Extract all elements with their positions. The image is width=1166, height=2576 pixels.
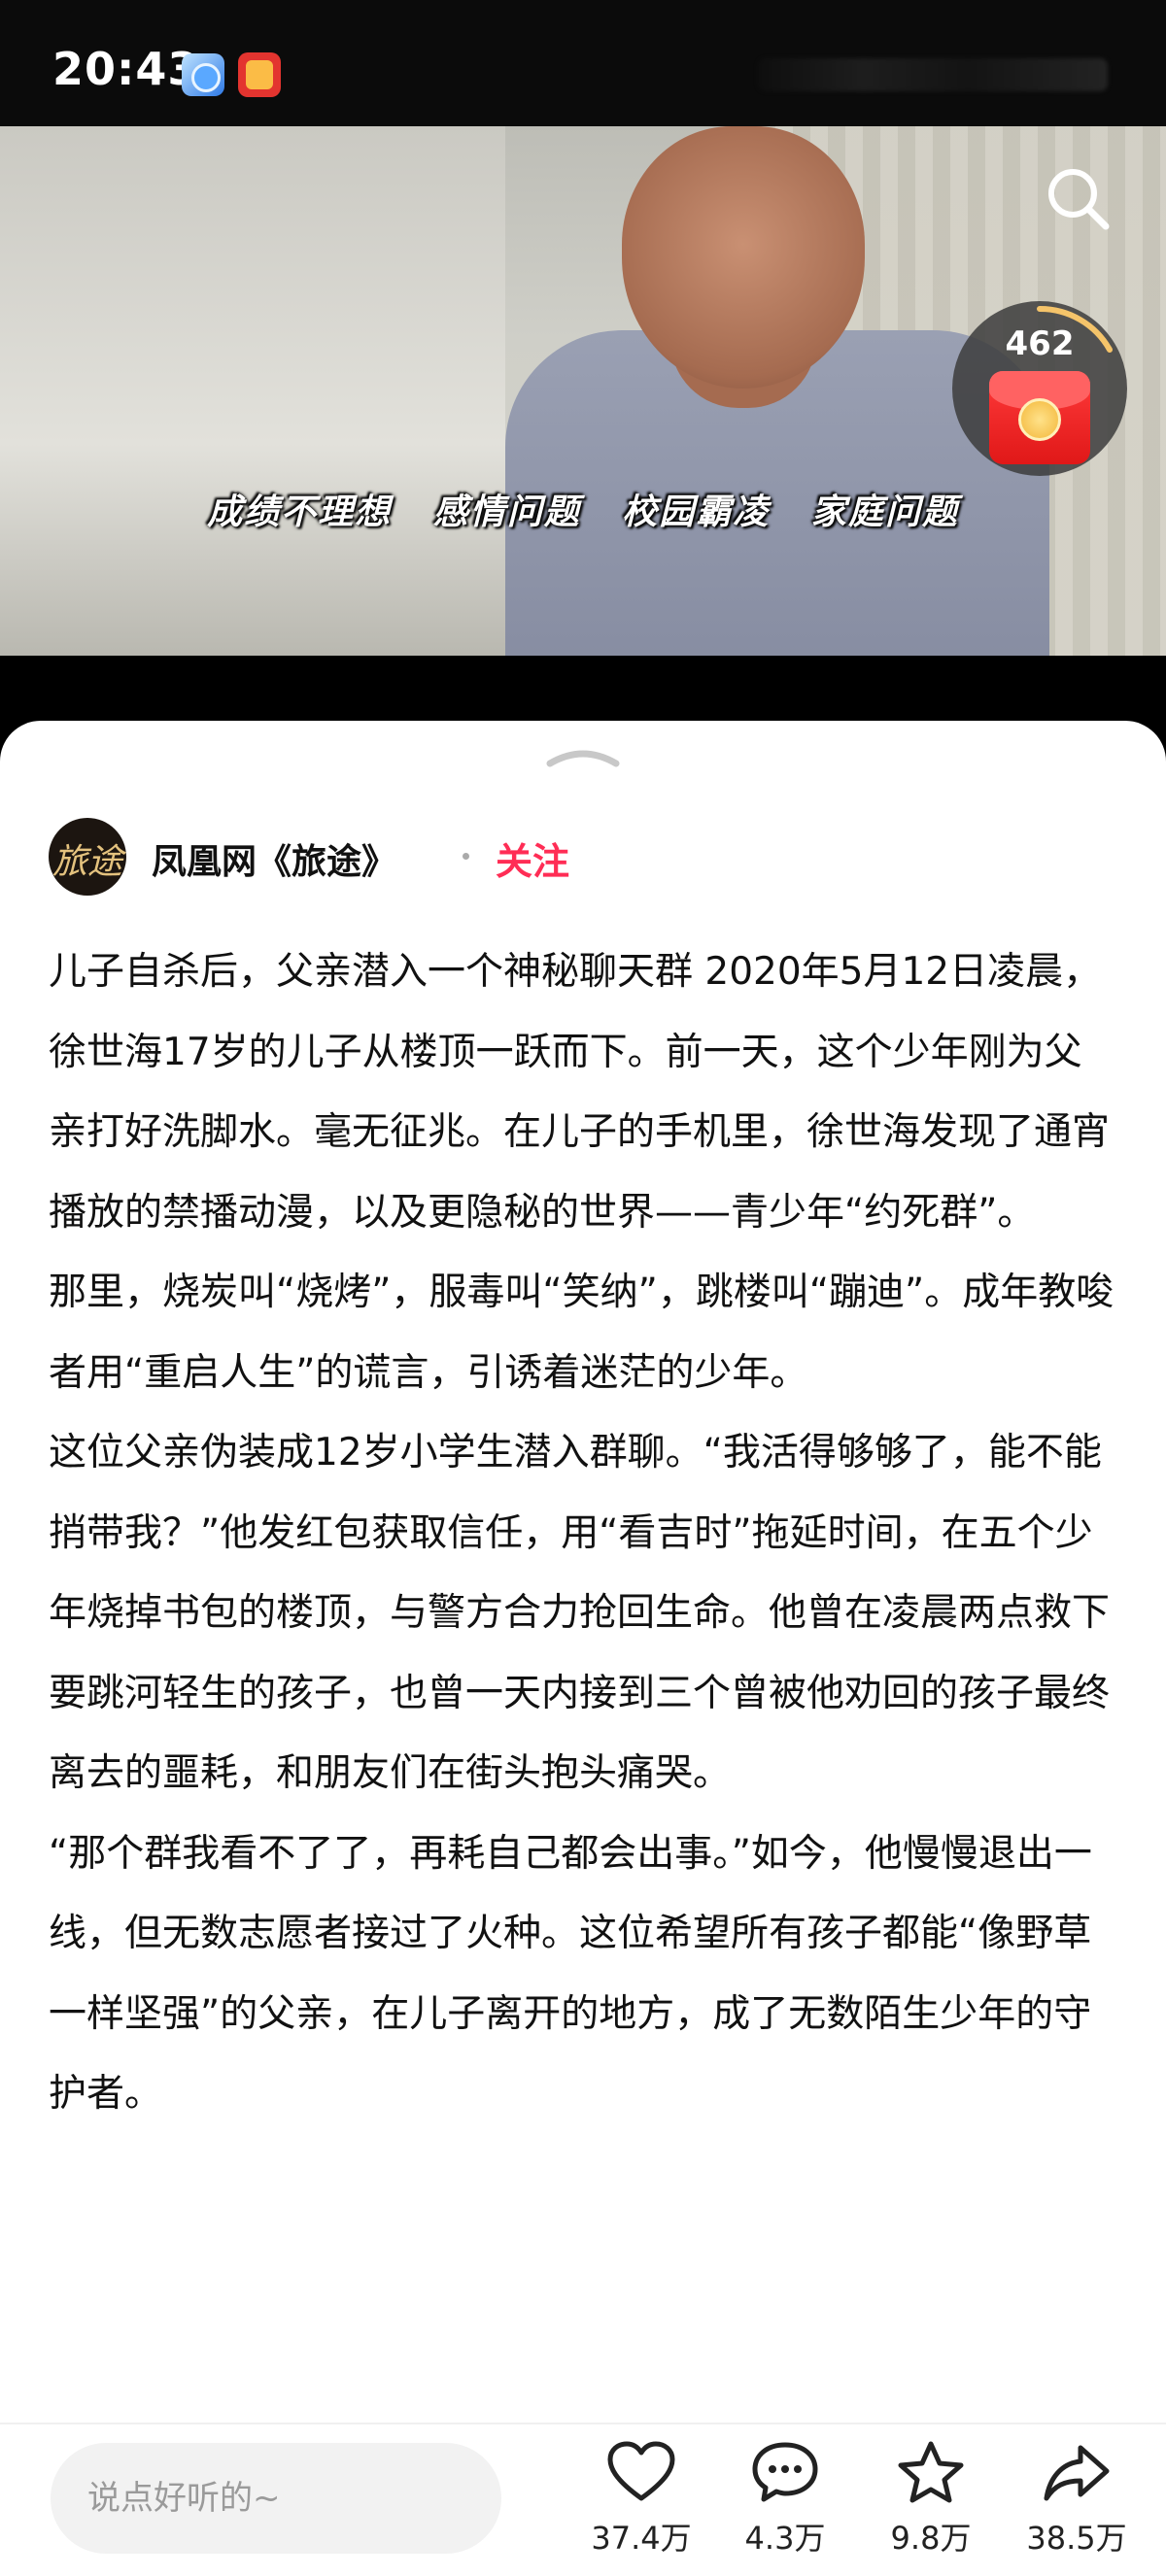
video-tag: 校园霸凌 — [622, 492, 771, 532]
comment-button[interactable]: 4.3万 — [712, 2440, 858, 2566]
article-sheet: 旅途 凤凰网《旅途》 关注 儿子自杀后，父亲潜入一个神秘聊天群 2020年5月1… — [0, 721, 1166, 2576]
red-packet-reward-widget[interactable]: 462 — [952, 301, 1127, 476]
video-tag: 成绩不理想 — [207, 492, 393, 532]
status-bar: 20:43 — [0, 0, 1166, 126]
video-tag: 家庭问题 — [810, 492, 959, 532]
shopping-app-notification-icon — [238, 52, 281, 97]
avatar[interactable]: 旅途 — [49, 818, 126, 896]
like-button[interactable]: 37.4万 — [568, 2440, 714, 2566]
search-icon — [1048, 169, 1110, 230]
comment-count: 4.3万 — [744, 2520, 826, 2557]
article-paragraph: “那个群我看不了了，再耗自己都会出事。”如今，他慢慢退出一线，但无数志愿者接过了… — [49, 1831, 1092, 2117]
comment-input[interactable] — [51, 2443, 501, 2554]
share-count: 38.5万 — [1026, 2520, 1127, 2557]
star-icon — [898, 2441, 964, 2503]
reward-count: 462 — [1005, 324, 1075, 363]
heart-icon — [607, 2441, 675, 2501]
divider — [0, 2423, 1166, 2424]
search-button[interactable] — [1040, 160, 1117, 238]
share-button[interactable]: 38.5万 — [1004, 2440, 1149, 2566]
comment-icon — [752, 2442, 818, 2502]
follow-button[interactable]: 关注 — [496, 831, 569, 885]
share-arrow-icon — [1044, 2445, 1110, 2501]
author-name[interactable]: 凤凰网《旅途》 — [152, 833, 396, 884]
app-notification-icon — [182, 53, 224, 96]
status-time: 20:43 — [52, 43, 200, 95]
author-row: 旅途 凤凰网《旅途》 关注 — [49, 818, 1117, 896]
red-envelope-icon — [989, 371, 1090, 464]
chevron-up-icon[interactable] — [544, 744, 622, 767]
favorite-button[interactable]: 9.8万 — [858, 2440, 1004, 2566]
separator-dot — [463, 853, 469, 860]
video-tag: 感情问题 — [432, 492, 581, 532]
status-indicators-blurred — [758, 58, 1108, 91]
comment-field[interactable] — [51, 2443, 501, 2554]
article-body: 儿子自杀后，父亲潜入一个神秘聊天群 2020年5月12日凌晨，徐世海17岁的儿子… — [49, 932, 1117, 2135]
article-paragraph: 那里，烧炭叫“烧烤”，服毒叫“笑纳”，跳楼叫“蹦迪”。成年教唆者用“重启人生”的… — [49, 1271, 1115, 1395]
article-paragraph: 这位父亲伪装成12岁小学生潜入群聊。“我活得够够了，能不能捎带我？”他发红包获取… — [49, 1431, 1111, 1795]
avatar-logo-text: 旅途 — [51, 842, 122, 882]
article-paragraph: 儿子自杀后，父亲潜入一个神秘聊天群 2020年5月12日凌晨，徐世海17岁的儿子… — [49, 950, 1111, 1235]
favorite-count: 9.8万 — [890, 2520, 972, 2557]
video-caption: 成绩不理想 感情问题 校园霸凌 家庭问题 — [0, 484, 1166, 534]
like-count: 37.4万 — [591, 2520, 692, 2557]
